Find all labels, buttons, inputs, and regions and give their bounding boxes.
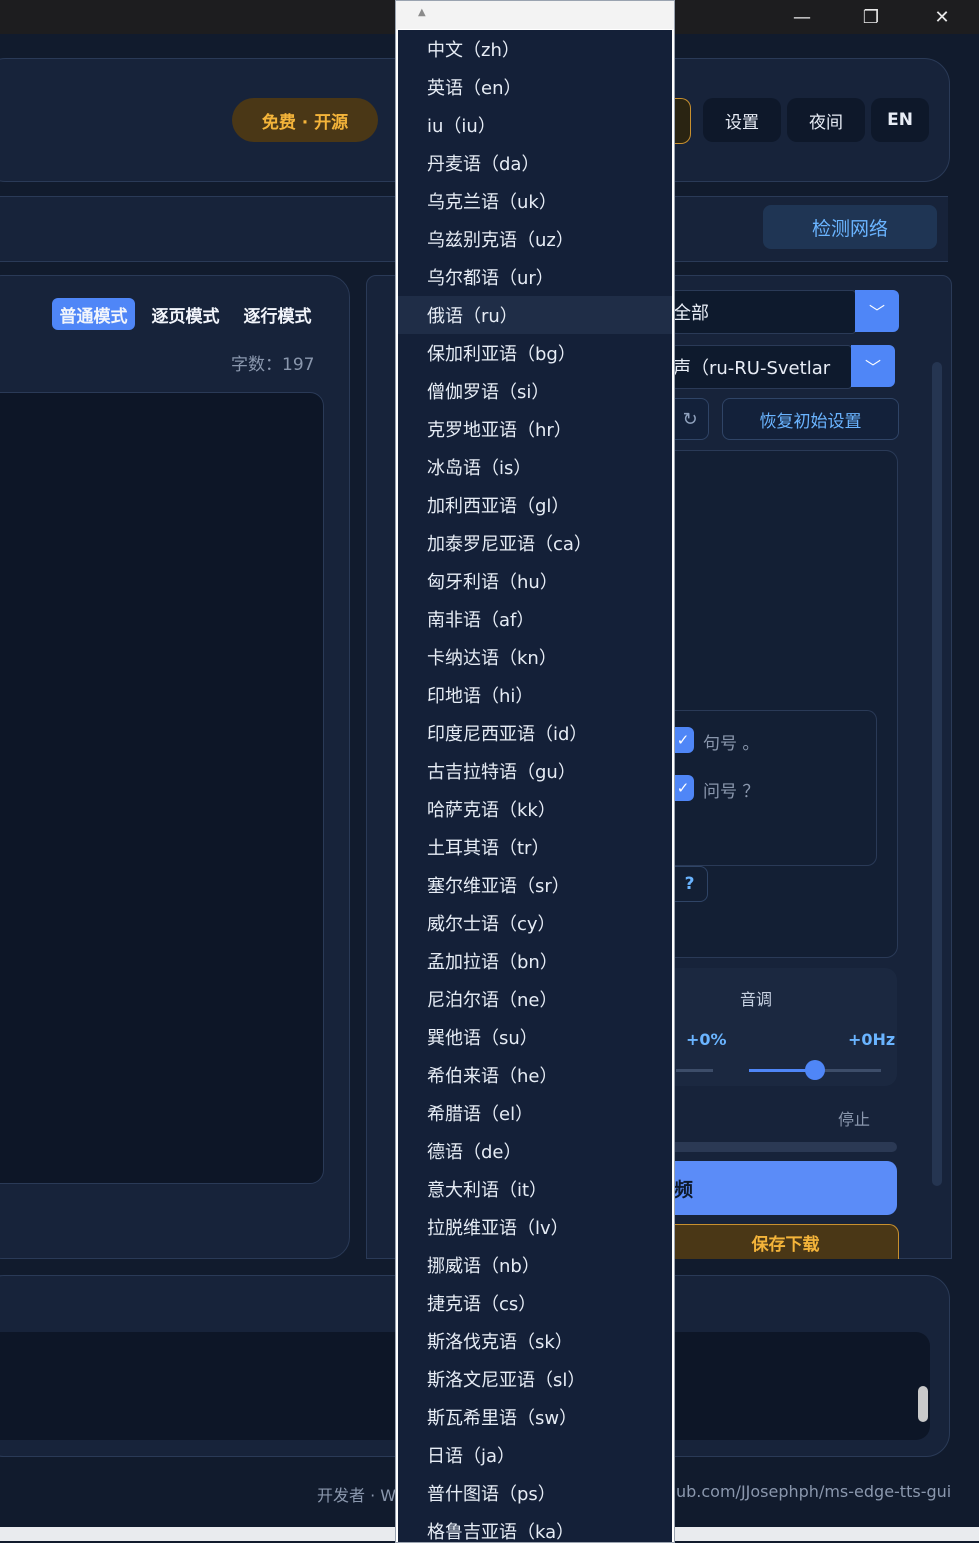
settings-button[interactable]: 设置	[703, 98, 781, 142]
dropdown-option[interactable]: 印度尼西亚语（id）	[398, 714, 672, 752]
dropdown-option[interactable]: 孟加拉语（bn）	[398, 942, 672, 980]
dropdown-option[interactable]: 俄语（ru）	[398, 296, 672, 334]
restore-defaults-button[interactable]: 恢复初始设置	[722, 398, 899, 440]
period-checkbox[interactable]: ✓	[672, 727, 694, 753]
play-button[interactable]: 频	[672, 1161, 897, 1215]
voice-select[interactable]: 声（ru-RU-Svetlar	[672, 345, 852, 389]
dropdown-option[interactable]: 丹麦语（da）	[398, 144, 672, 182]
question-checkbox[interactable]: ✓	[672, 775, 694, 801]
dropdown-option[interactable]: 加利西亚语（gl）	[398, 486, 672, 524]
dropdown-scroll-up[interactable]: ▲	[396, 1, 674, 29]
mode-page-tab[interactable]: 逐页模式	[144, 298, 227, 330]
dropdown-option[interactable]: 拉脱维亚语（lv）	[398, 1208, 672, 1246]
dropdown-option[interactable]: 匈牙利语（hu）	[398, 562, 672, 600]
dropdown-option[interactable]: 僧伽罗语（si）	[398, 372, 672, 410]
dropdown-option[interactable]: 尼泊尔语（ne）	[398, 980, 672, 1018]
dropdown-list: 中文（zh） 英语（en） iu（iu） 丹麦语（da） 乌克兰语（uk） 乌兹别克语（u…	[398, 30, 672, 1542]
restore-button[interactable]: ❐	[848, 0, 894, 34]
close-button[interactable]: ✕	[919, 0, 965, 34]
refresh-icon[interactable]: ↻	[672, 398, 709, 440]
help-button[interactable]: ?	[672, 866, 708, 902]
dropdown-option[interactable]: 土耳其语（tr）	[398, 828, 672, 866]
mode-normal-tab[interactable]: 普通模式	[52, 298, 135, 330]
word-count: 字数：197	[231, 355, 315, 375]
options-scrollbar[interactable]	[932, 362, 942, 1186]
dropdown-option[interactable]: 威尔士语（cy）	[398, 904, 672, 942]
dropdown-option[interactable]: 普什图语（ps）	[398, 1474, 672, 1512]
dropdown-option[interactable]: 英语（en）	[398, 68, 672, 106]
dropdown-option[interactable]: iu（iu）	[398, 106, 672, 144]
period-label: 句号 。	[703, 734, 760, 754]
progress-bar	[672, 1142, 897, 1152]
dropdown-option[interactable]: 格鲁吉亚语（ka）	[398, 1512, 672, 1542]
free-open-source-badge: 免费 · 开源	[232, 98, 378, 142]
dropdown-option[interactable]: 希伯来语（he）	[398, 1056, 672, 1094]
dropdown-option[interactable]: 挪威语（nb）	[398, 1246, 672, 1284]
chevron-down-icon[interactable]: ﹀	[855, 290, 899, 332]
chevron-up-icon: ▲	[418, 7, 426, 18]
log-scrollbar-thumb[interactable]	[918, 1386, 928, 1422]
save-download-button[interactable]: 保存下载	[672, 1224, 899, 1259]
dropdown-option[interactable]: 日语（ja）	[398, 1436, 672, 1474]
dropdown-option[interactable]: 斯洛伐克语（sk）	[398, 1322, 672, 1360]
footer-repo-link[interactable]: ub.com/JJosephph/ms-edge-tts-gui	[676, 1482, 951, 1501]
rate-value: +0%	[686, 1030, 727, 1049]
language-filter-select[interactable]: 全部	[672, 290, 856, 334]
dropdown-option[interactable]: 意大利语（it）	[398, 1170, 672, 1208]
pitch-title: 音调	[740, 990, 773, 1009]
dropdown-option[interactable]: 印地语（hi）	[398, 676, 672, 714]
dropdown-option[interactable]: 巽他语（su）	[398, 1018, 672, 1056]
mode-line-tab[interactable]: 逐行模式	[236, 298, 319, 330]
dropdown-option[interactable]: 南非语（af）	[398, 600, 672, 638]
dropdown-option[interactable]: 德语（de）	[398, 1132, 672, 1170]
chevron-down-icon[interactable]: ﹀	[851, 345, 895, 387]
stop-button[interactable]: 停止	[838, 1106, 870, 1130]
dropdown-option[interactable]: 中文（zh）	[398, 30, 672, 68]
dropdown-option[interactable]: 加泰罗尼亚语（ca）	[398, 524, 672, 562]
language-toggle-button[interactable]: EN	[871, 98, 929, 142]
dropdown-option[interactable]: 乌克兰语（uk）	[398, 182, 672, 220]
dropdown-option[interactable]: 希腊语（el）	[398, 1094, 672, 1132]
pitch-value: +0Hz	[848, 1030, 896, 1049]
question-label: 问号 ？	[703, 782, 760, 802]
dropdown-option[interactable]: 乌兹别克语（uz）	[398, 220, 672, 258]
text-input-area[interactable]	[0, 392, 324, 1184]
language-dropdown[interactable]: ▲ 中文（zh） 英语（en） iu（iu） 丹麦语（da） 乌克兰语（uk） 乌兹别克语…	[395, 0, 675, 1543]
dropdown-option[interactable]: 塞尔维亚语（sr）	[398, 866, 672, 904]
night-mode-button[interactable]: 夜间	[787, 98, 865, 142]
dropdown-option[interactable]: 乌尔都语（ur）	[398, 258, 672, 296]
rate-slider-track[interactable]	[676, 1069, 713, 1072]
footer-developer: 开发者 · W	[317, 1486, 397, 1505]
dropdown-option[interactable]: 卡纳达语（kn）	[398, 638, 672, 676]
dropdown-option[interactable]: 斯洛文尼亚语（sl）	[398, 1360, 672, 1398]
pitch-slider-handle[interactable]	[805, 1060, 825, 1080]
minimize-button[interactable]: —	[779, 0, 825, 34]
detect-network-button[interactable]: 检测网络	[763, 205, 937, 249]
dropdown-option[interactable]: 冰岛语（is）	[398, 448, 672, 486]
dropdown-option[interactable]: 保加利亚语（bg）	[398, 334, 672, 372]
dropdown-option[interactable]: 克罗地亚语（hr）	[398, 410, 672, 448]
dropdown-option[interactable]: 古吉拉特语（gu）	[398, 752, 672, 790]
dropdown-option[interactable]: 捷克语（cs）	[398, 1284, 672, 1322]
dropdown-option[interactable]: 斯瓦希里语（sw）	[398, 1398, 672, 1436]
dropdown-option[interactable]: 哈萨克语（kk）	[398, 790, 672, 828]
